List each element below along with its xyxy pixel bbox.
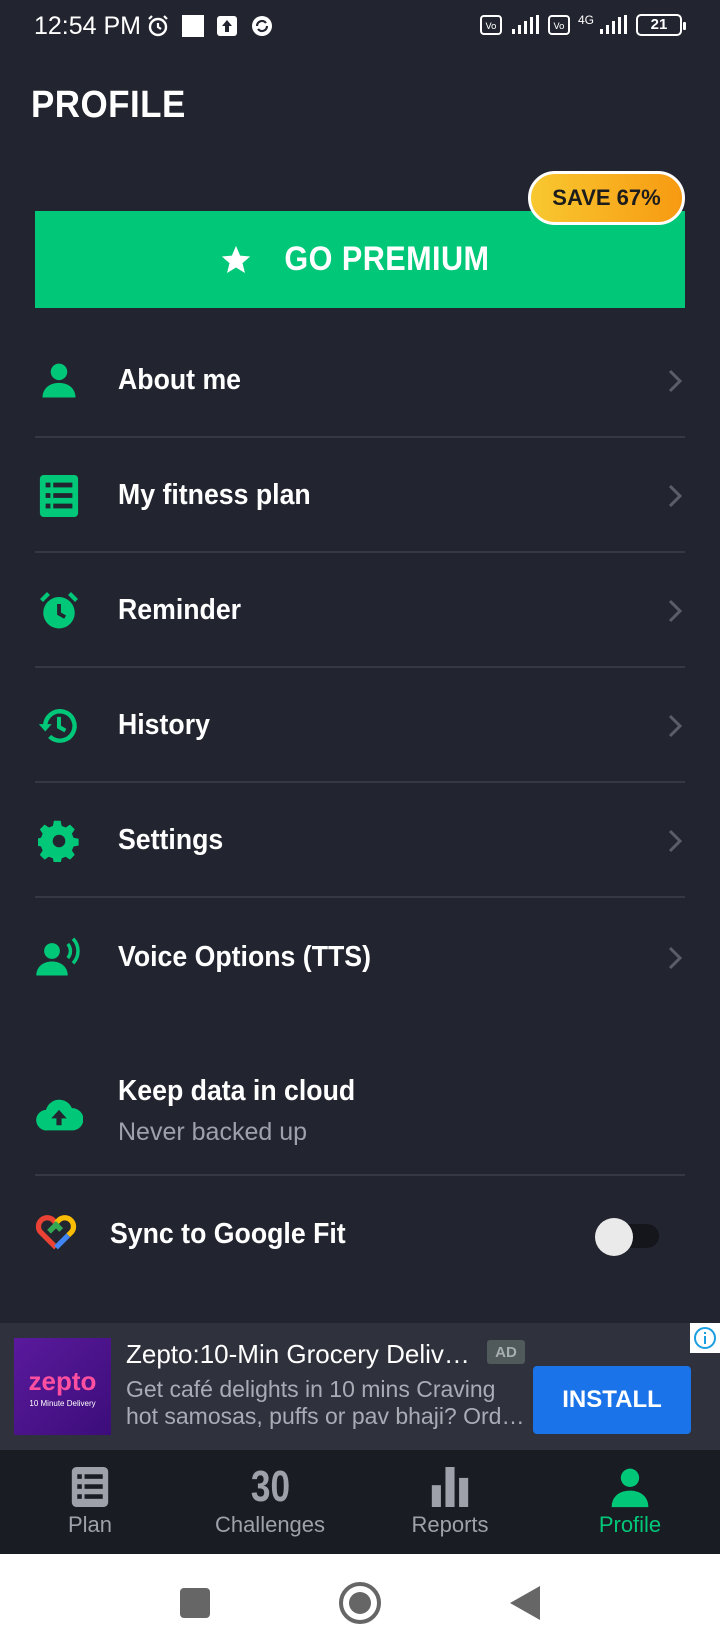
google-fit-icon xyxy=(35,1215,77,1250)
tab-plan-label: Plan xyxy=(67,1512,113,1537)
cloud-upload-icon xyxy=(35,1091,83,1139)
chevron-right-icon xyxy=(668,369,683,392)
menu-label-fitness-plan: My fitness plan xyxy=(118,479,311,511)
triangle-back-icon xyxy=(510,1586,540,1620)
circle-icon xyxy=(339,1582,381,1624)
menu-label-history: History xyxy=(118,709,210,741)
history-icon xyxy=(35,702,83,750)
profile-icon xyxy=(608,1464,652,1510)
menu-item-voice-options[interactable]: Voice Options (TTS) xyxy=(35,900,685,1015)
chevron-right-icon xyxy=(668,946,683,969)
square-icon xyxy=(180,1588,210,1618)
challenges-number: 30 xyxy=(250,1462,290,1511)
ad-badge: AD xyxy=(487,1340,525,1364)
gear-icon xyxy=(35,817,83,865)
alarm-icon xyxy=(35,587,83,635)
tab-reports[interactable]: Reports xyxy=(360,1450,540,1554)
go-premium-button[interactable]: GO PREMIUM xyxy=(35,211,685,308)
svg-text:Vo: Vo xyxy=(486,22,497,32)
ad-logo-tagline: 10 Minute Delivery xyxy=(29,1398,96,1408)
star-icon xyxy=(221,245,251,273)
upload-status-icon xyxy=(217,16,237,36)
ad-logo-name: zepto xyxy=(28,1365,97,1396)
ad-logo: zepto 10 Minute Delivery xyxy=(14,1338,111,1435)
status-icons-left xyxy=(146,14,274,38)
menu-item-reminder[interactable]: Reminder xyxy=(35,553,685,668)
google-fit-item: Sync to Google Fit xyxy=(35,1178,685,1293)
google-fit-toggle[interactable] xyxy=(595,1218,659,1256)
chevron-right-icon xyxy=(668,484,683,507)
page-title: PROFILE xyxy=(31,84,186,126)
tab-challenges-label: Challenges xyxy=(214,1512,326,1537)
tab-challenges[interactable]: 30 Challenges xyxy=(180,1450,360,1554)
google-fit-label: Sync to Google Fit xyxy=(110,1218,346,1250)
home-button[interactable] xyxy=(335,1578,385,1628)
network-type: 4G xyxy=(577,13,594,27)
menu-item-history[interactable]: History xyxy=(35,668,685,783)
toggle-knob xyxy=(595,1218,633,1256)
notification-square-icon xyxy=(182,15,204,37)
ad-info-icon[interactable] xyxy=(690,1323,720,1353)
menu-label-about-me: About me xyxy=(118,364,242,396)
signal-icon-2 xyxy=(600,15,627,34)
cloud-subtitle: Never backed up xyxy=(118,1118,308,1146)
tab-profile-label: Profile xyxy=(598,1512,662,1537)
go-premium-label: GO PREMIUM xyxy=(284,240,490,278)
recents-button[interactable] xyxy=(170,1578,220,1628)
plan-icon xyxy=(71,1464,109,1510)
tab-plan[interactable]: Plan xyxy=(0,1450,180,1554)
person-icon xyxy=(35,357,83,405)
sync-status-icon xyxy=(252,16,272,36)
chevron-right-icon xyxy=(668,829,683,852)
cloud-title: Keep data in cloud xyxy=(118,1075,356,1107)
menu-item-fitness-plan[interactable]: My fitness plan xyxy=(35,438,685,553)
divider xyxy=(35,1174,685,1176)
battery-icon: 21 xyxy=(636,14,686,36)
volte-icon-2: Vo xyxy=(547,15,570,35)
list-icon xyxy=(35,472,83,520)
menu-item-about-me[interactable]: About me xyxy=(35,323,685,438)
chevron-right-icon xyxy=(668,714,683,737)
challenges-icon: 30 xyxy=(246,1464,295,1510)
bottom-nav: Plan 30 Challenges Reports Profile xyxy=(0,1450,720,1554)
status-time: 12:54 PM xyxy=(34,12,142,40)
signal-icon xyxy=(511,15,539,34)
menu-label-reminder: Reminder xyxy=(118,594,242,626)
chevron-right-icon xyxy=(668,599,683,622)
svg-text:Vo: Vo xyxy=(554,22,565,32)
ad-description: Get café delights in 10 mins Craving hot… xyxy=(126,1376,525,1429)
reports-icon xyxy=(431,1464,469,1510)
alarm-status-icon xyxy=(148,15,168,37)
keep-data-in-cloud-item[interactable]: Keep data in cloud Never backed up xyxy=(35,1055,685,1176)
volte-icon: Vo xyxy=(479,15,502,35)
ad-banner[interactable]: zepto 10 Minute Delivery Zepto:10-Min Gr… xyxy=(0,1323,720,1450)
tab-reports-label: Reports xyxy=(411,1512,489,1537)
back-button[interactable] xyxy=(500,1578,550,1628)
menu-item-settings[interactable]: Settings xyxy=(35,783,685,898)
status-bar: 12:54 PM Vo Vo 4G 21 xyxy=(0,0,720,56)
tab-profile[interactable]: Profile xyxy=(540,1450,720,1554)
status-icons-right: Vo Vo 4G 21 xyxy=(479,13,686,36)
system-nav-bar xyxy=(0,1554,720,1650)
menu-label-voice-options: Voice Options (TTS) xyxy=(118,941,371,973)
ad-title: Zepto:10-Min Grocery Deliv… xyxy=(126,1339,470,1369)
menu-label-settings: Settings xyxy=(118,824,224,856)
divider xyxy=(35,896,685,898)
install-button[interactable]: INSTALL xyxy=(533,1366,691,1434)
save-badge: SAVE 67% xyxy=(528,171,685,225)
voice-icon xyxy=(35,934,83,982)
